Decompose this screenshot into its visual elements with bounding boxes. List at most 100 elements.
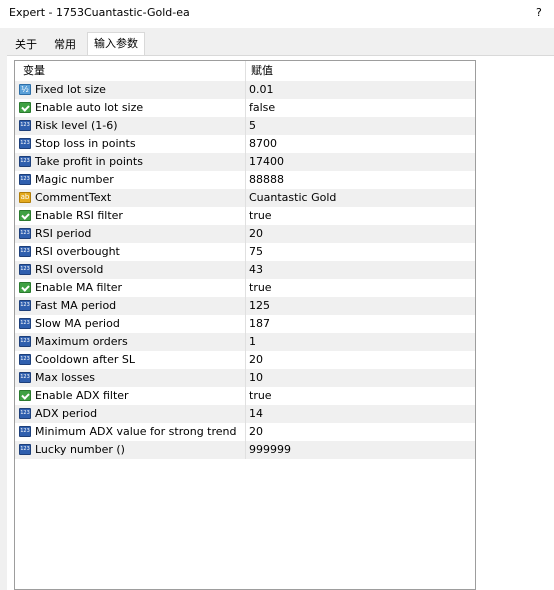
int-type-icon: [19, 228, 31, 239]
double-type-icon: [19, 84, 31, 95]
bool-type-icon: [19, 282, 31, 293]
param-name: Lucky number (): [35, 443, 125, 456]
table-row[interactable]: CommentText Cuantastic Gold: [15, 189, 475, 207]
window-title: Expert - 1753Cuantastic-Gold-ea: [9, 6, 190, 19]
cell-divider: [245, 243, 246, 261]
cell-divider: [245, 279, 246, 297]
int-type-icon: [19, 264, 31, 275]
param-value[interactable]: 14: [249, 405, 263, 423]
table-row[interactable]: Magic number 88888: [15, 171, 475, 189]
param-value[interactable]: 1: [249, 333, 256, 351]
param-name: RSI overbought: [35, 245, 120, 258]
cell-divider: [245, 423, 246, 441]
cell-divider: [245, 351, 246, 369]
param-value[interactable]: 999999: [249, 441, 291, 459]
cell-divider: [245, 207, 246, 225]
param-name: Fast MA period: [35, 299, 117, 312]
cell-divider: [245, 315, 246, 333]
cell-divider: [245, 153, 246, 171]
table-row[interactable]: Fixed lot size 0.01: [15, 81, 475, 99]
int-type-icon: [19, 300, 31, 311]
int-type-icon: [19, 156, 31, 167]
cell-divider: [245, 99, 246, 117]
param-name: RSI oversold: [35, 263, 104, 276]
cell-divider: [245, 333, 246, 351]
param-value[interactable]: 43: [249, 261, 263, 279]
table-row[interactable]: Slow MA period 187: [15, 315, 475, 333]
bool-type-icon: [19, 210, 31, 221]
param-value[interactable]: true: [249, 207, 272, 225]
param-value[interactable]: 5: [249, 117, 256, 135]
param-value[interactable]: 0.01: [249, 81, 274, 99]
param-name: Cooldown after SL: [35, 353, 136, 366]
cell-divider: [245, 81, 246, 99]
table-row[interactable]: Lucky number () 999999: [15, 441, 475, 459]
table-row[interactable]: RSI overbought 75: [15, 243, 475, 261]
param-name: Risk level (1-6): [35, 119, 118, 132]
param-name: Magic number: [35, 173, 114, 186]
param-name: ADX period: [35, 407, 98, 420]
param-name: Maximum orders: [35, 335, 128, 348]
table-row[interactable]: Take profit in points 17400: [15, 153, 475, 171]
table-row[interactable]: Risk level (1-6) 5: [15, 117, 475, 135]
param-value[interactable]: 88888: [249, 171, 284, 189]
table-row[interactable]: Stop loss in points 8700: [15, 135, 475, 153]
cell-divider: [245, 297, 246, 315]
param-name: CommentText: [35, 191, 112, 204]
int-type-icon: [19, 372, 31, 383]
int-type-icon: [19, 336, 31, 347]
param-value[interactable]: 20: [249, 423, 263, 441]
table-row[interactable]: Enable MA filter true: [15, 279, 475, 297]
param-value[interactable]: 75: [249, 243, 263, 261]
int-type-icon: [19, 318, 31, 329]
int-type-icon: [19, 246, 31, 257]
table-row[interactable]: Cooldown after SL 20: [15, 351, 475, 369]
column-header-value[interactable]: 赋值: [251, 61, 273, 81]
param-name: RSI period: [35, 227, 92, 240]
cell-divider: [245, 261, 246, 279]
table-row[interactable]: Fast MA period 125: [15, 297, 475, 315]
param-name: Fixed lot size: [35, 83, 106, 96]
tab-common[interactable]: 常用: [45, 35, 85, 55]
int-type-icon: [19, 174, 31, 185]
column-header-variable[interactable]: 变量: [23, 61, 45, 81]
window-titlebar: Expert - 1753Cuantastic-Gold-ea ?: [0, 0, 554, 28]
tab-inputs[interactable]: 输入参数: [87, 32, 145, 55]
param-name: Enable RSI filter: [35, 209, 123, 222]
table-row[interactable]: Maximum orders 1: [15, 333, 475, 351]
cell-divider: [245, 117, 246, 135]
param-name: Enable ADX filter: [35, 389, 129, 402]
param-value[interactable]: 20: [249, 225, 263, 243]
help-button[interactable]: ?: [536, 6, 542, 19]
param-value[interactable]: 125: [249, 297, 270, 315]
param-value[interactable]: 10: [249, 369, 263, 387]
param-name: Enable MA filter: [35, 281, 123, 294]
param-value[interactable]: 187: [249, 315, 270, 333]
table-row[interactable]: Max losses 10: [15, 369, 475, 387]
table-row[interactable]: RSI period 20: [15, 225, 475, 243]
param-value[interactable]: 20: [249, 351, 263, 369]
table-row[interactable]: Enable RSI filter true: [15, 207, 475, 225]
table-header: 变量 赋值: [15, 61, 475, 81]
table-row[interactable]: Enable ADX filter true: [15, 387, 475, 405]
cell-divider: [245, 225, 246, 243]
int-type-icon: [19, 354, 31, 365]
table-row[interactable]: Enable auto lot size false: [15, 99, 475, 117]
column-divider[interactable]: [245, 61, 246, 81]
table-row[interactable]: ADX period 14: [15, 405, 475, 423]
param-value[interactable]: false: [249, 99, 275, 117]
param-value[interactable]: 8700: [249, 135, 277, 153]
param-value[interactable]: true: [249, 387, 272, 405]
param-value[interactable]: true: [249, 279, 272, 297]
cell-divider: [245, 387, 246, 405]
int-type-icon: [19, 426, 31, 437]
int-type-icon: [19, 444, 31, 455]
param-name: Slow MA period: [35, 317, 120, 330]
tab-about[interactable]: 关于: [7, 35, 45, 55]
param-name: Enable auto lot size: [35, 101, 144, 114]
table-row[interactable]: RSI oversold 43: [15, 261, 475, 279]
param-value[interactable]: Cuantastic Gold: [249, 189, 336, 207]
param-value[interactable]: 17400: [249, 153, 284, 171]
cell-divider: [245, 135, 246, 153]
table-row[interactable]: Minimum ADX value for strong trend 20: [15, 423, 475, 441]
